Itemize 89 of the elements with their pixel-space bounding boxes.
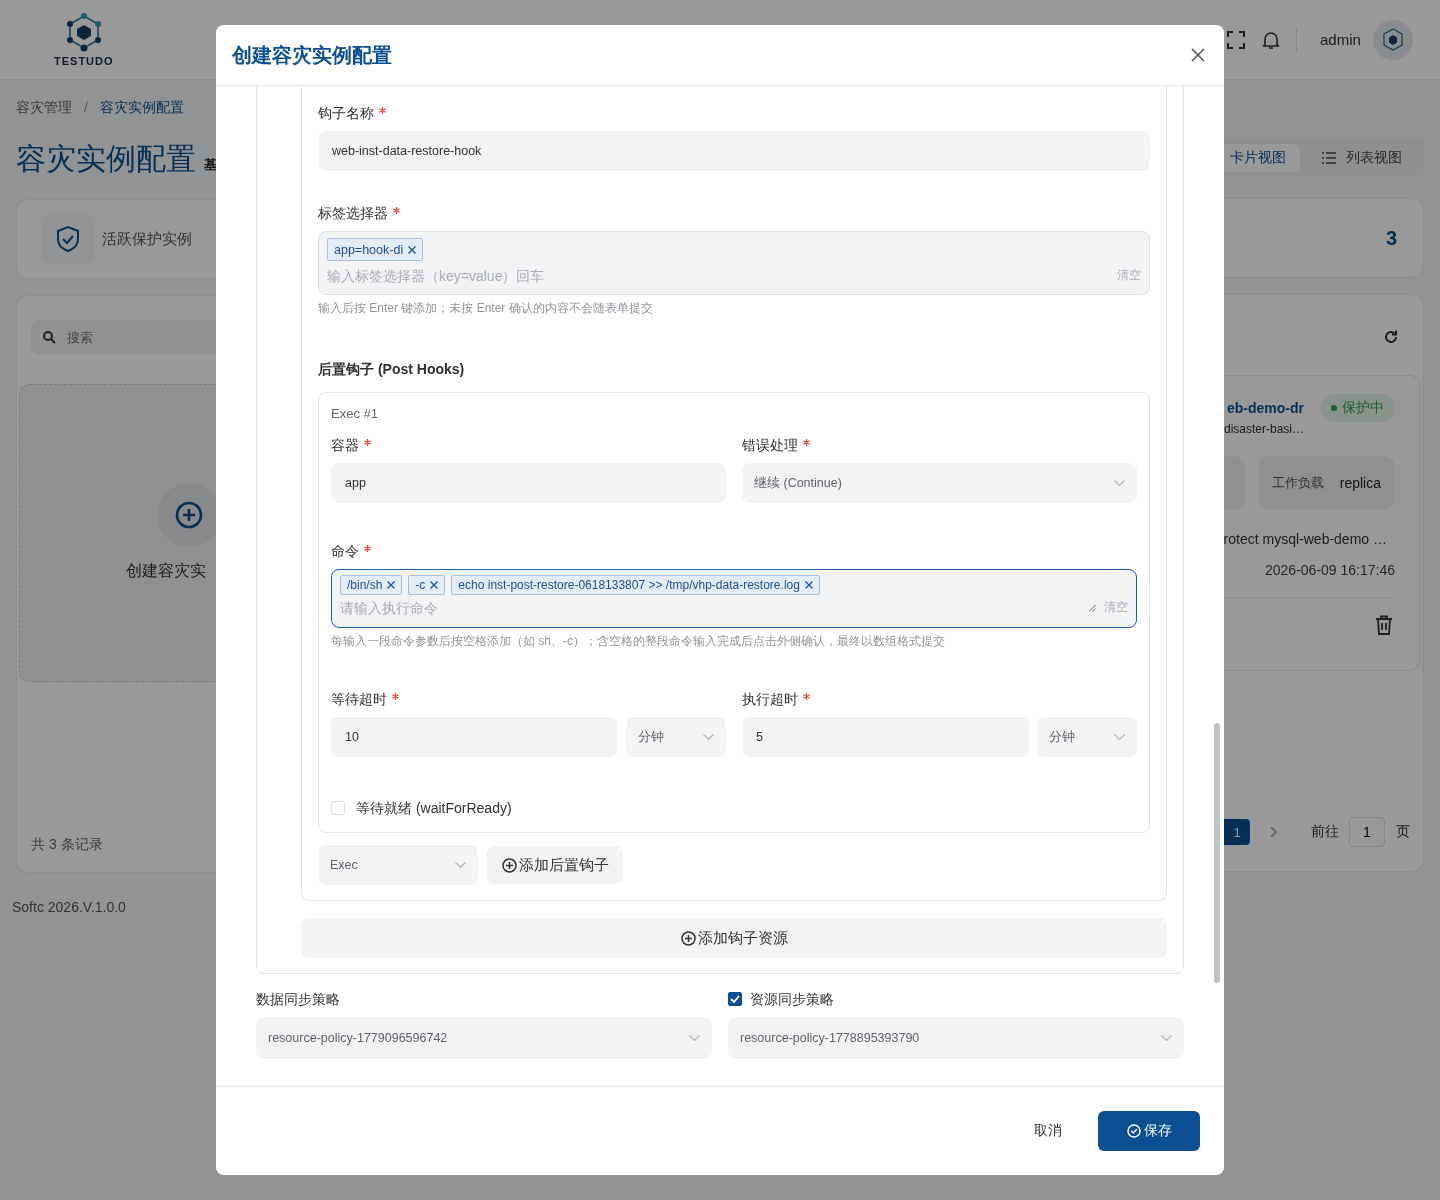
tag-input-field[interactable]: app=hook-di 输入标签选择器（key=value）回车 清空 xyxy=(318,231,1150,295)
field-label: 标签选择器 xyxy=(318,204,388,223)
breadcrumb-item[interactable]: 容灾管理 xyxy=(16,97,72,117)
field-label: 错误处理 xyxy=(742,436,798,455)
field-label: 命令 xyxy=(331,542,359,561)
plus-circle-icon xyxy=(680,930,696,946)
list-icon xyxy=(1322,152,1336,164)
tag-chip[interactable]: app=hook-di xyxy=(327,238,424,261)
check-circle-icon xyxy=(1126,1124,1141,1138)
avatar[interactable] xyxy=(1372,19,1413,60)
cancel-button[interactable]: 取消 xyxy=(1020,1114,1076,1148)
page-button[interactable]: 1 xyxy=(1224,819,1250,845)
section-title: 后置钩子 (Post Hooks) xyxy=(318,360,466,379)
dialog-title: 创建容灾实例配置 xyxy=(232,42,392,68)
input-field[interactable]: app xyxy=(331,463,726,503)
shield-check-icon xyxy=(56,225,80,253)
view-tab[interactable]: 卡片视图 xyxy=(1224,144,1300,172)
search-icon xyxy=(43,331,56,344)
select-field[interactable]: resource-policy-1779096596742 xyxy=(256,1017,712,1059)
chevron-down-icon xyxy=(1114,479,1125,487)
create-label: 创建容灾实 xyxy=(126,561,206,581)
goto-label: 前往 xyxy=(1311,823,1339,841)
checkbox-label: 等待就绪 (waitForReady) xyxy=(356,799,512,818)
checkbox[interactable] xyxy=(728,992,742,1006)
field-hint: 输入后按 Enter 键添加；未按 Enter 确认的内容不会随表单提交 xyxy=(318,300,654,316)
select-field[interactable]: 分钟 xyxy=(626,717,726,757)
trash-icon[interactable] xyxy=(1375,615,1393,635)
page-input[interactable]: 1 xyxy=(1349,817,1385,847)
command-field[interactable]: /bin/sh -c echo inst-post-restore-0618133807 >> /tmp/vhp-data-restore.log 请输入执行命令 清空 xyxy=(331,569,1137,628)
page-subtitle: 基 xyxy=(204,156,216,174)
record-count: 共 3 条记录 xyxy=(31,835,104,854)
select-field[interactable]: resource-policy-1778895393790 xyxy=(728,1017,1184,1059)
field-label: 数据同步策略 xyxy=(256,990,340,1009)
remove-icon[interactable] xyxy=(430,581,439,589)
scrollbar[interactable] xyxy=(1214,723,1220,983)
input-field[interactable]: 10 xyxy=(331,717,618,757)
tag-chip[interactable]: -c xyxy=(408,575,446,595)
view-tab[interactable]: 列表视图 xyxy=(1300,144,1418,172)
fullscreen-icon[interactable] xyxy=(1227,30,1245,49)
field-label: 容器 xyxy=(331,436,359,455)
stat-value: 3 xyxy=(1385,226,1397,250)
stat-label: 活跃保护实例 xyxy=(102,229,192,249)
select-field[interactable]: 分钟 xyxy=(1037,717,1137,757)
tag-chip[interactable]: /bin/sh xyxy=(340,575,403,595)
breadcrumb-item[interactable]: 容灾实例配置 xyxy=(99,97,184,117)
search-field[interactable]: 搜索 xyxy=(31,320,216,354)
save-button[interactable]: 保存 xyxy=(1098,1111,1200,1151)
field-label: 钩子名称 xyxy=(318,104,374,123)
version-text: Softc 2026.V.1.0.0 xyxy=(12,898,126,917)
instance-description: disaster-basi… xyxy=(1224,422,1305,436)
field-label: 执行超时 xyxy=(742,690,798,709)
select-field[interactable]: 继续 (Continue) xyxy=(742,463,1137,503)
chevron-down-icon xyxy=(455,861,466,869)
add-resource-button[interactable]: 添加钩子资源 xyxy=(301,918,1167,958)
instance-name[interactable]: eb-demo-dr xyxy=(1227,400,1304,416)
remove-icon[interactable] xyxy=(408,245,417,254)
info-label: 工作负载 xyxy=(1271,474,1324,492)
plus-circle-icon xyxy=(175,501,203,529)
input-field[interactable]: 5 xyxy=(742,717,1029,757)
chevron-down-icon xyxy=(1161,1034,1172,1042)
goto-suffix: 页 xyxy=(1396,823,1410,841)
bell-icon[interactable] xyxy=(1262,29,1280,50)
logo-text: TESTUDO xyxy=(54,55,114,67)
tag-chip[interactable]: echo inst-post-restore-0618133807 >> /tmp/vhp-data-restore.log xyxy=(451,575,820,595)
chevron-down-icon xyxy=(689,1034,700,1042)
user-name[interactable]: admin xyxy=(1320,31,1361,48)
add-hook-button[interactable]: 添加后置钩子 xyxy=(486,846,623,884)
resize-handle-icon[interactable] xyxy=(1088,603,1096,612)
instance-command: rotect mysql-web-demo … xyxy=(1223,531,1387,547)
field-label: 等待超时 xyxy=(331,690,387,709)
chevron-down-icon xyxy=(1114,733,1125,741)
remove-icon[interactable] xyxy=(387,581,396,589)
info-value: replica xyxy=(1339,475,1381,491)
checkbox-label: 资源同步策略 xyxy=(750,990,834,1009)
exec-title: Exec #1 xyxy=(331,405,379,423)
breadcrumb-separator: / xyxy=(84,98,88,117)
field-hint: 每输入一段命令参数后按空格添加（如 sh、-c）；含空格的整段命令输入完成后点击外侧确认，最终以数组格式提交 xyxy=(331,633,946,649)
select-field[interactable]: Exec xyxy=(318,845,478,885)
status-badge: 保护中 xyxy=(1320,394,1395,422)
close-icon[interactable] xyxy=(1191,48,1205,62)
chevron-down-icon xyxy=(703,733,714,741)
remove-icon[interactable] xyxy=(804,581,813,589)
instance-card[interactable]: eb-demo-dr 保护中 disaster-basi… 工作负载 replica rotect mysql-web-demo … 2026-06-09 16:17:46 xyxy=(1224,375,1420,671)
input-field[interactable]: web-inst-data-restore-hook xyxy=(318,131,1150,171)
instance-time: 2026-06-09 16:17:46 xyxy=(1265,562,1395,578)
plus-circle-icon xyxy=(502,857,517,873)
create-card[interactable]: 创建容灾实 xyxy=(19,384,216,682)
refresh-icon[interactable] xyxy=(1383,329,1399,345)
page-title: 容灾实例配置 xyxy=(16,141,196,177)
